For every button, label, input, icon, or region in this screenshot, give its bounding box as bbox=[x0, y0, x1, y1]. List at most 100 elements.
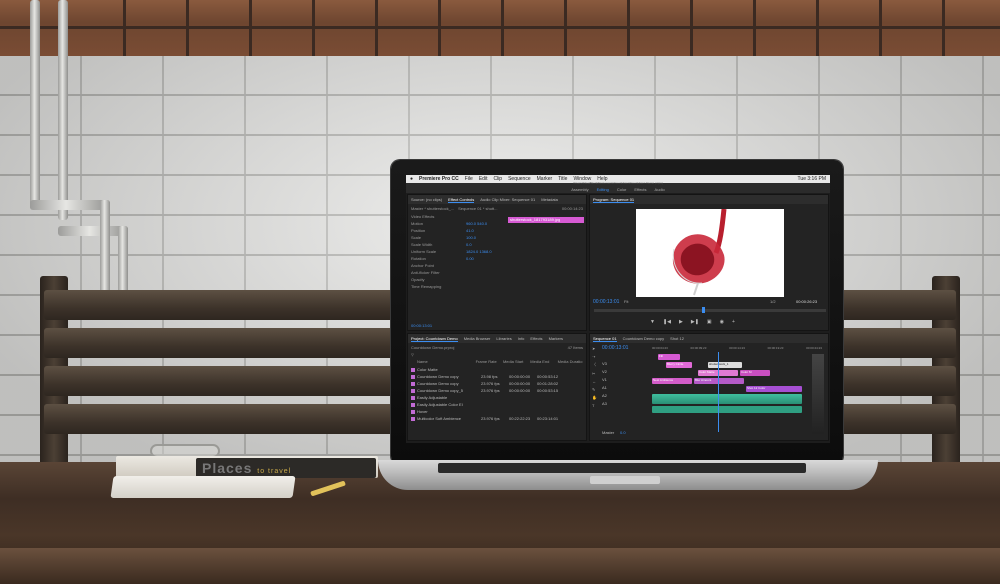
step-back-icon[interactable]: ❚◀ bbox=[663, 319, 671, 325]
tab-effects[interactable]: Effects bbox=[530, 336, 542, 341]
tab-shot-12[interactable]: Shot 12 bbox=[670, 336, 684, 341]
project-item[interactable]: Hover bbox=[408, 408, 586, 415]
play-icon[interactable]: ▶ bbox=[679, 319, 683, 325]
hand-icon[interactable]: ✋ bbox=[592, 395, 599, 400]
lift-icon[interactable]: ▣ bbox=[707, 319, 712, 325]
effect-row[interactable]: Time Remapping bbox=[408, 283, 463, 290]
effect-row[interactable]: Scale bbox=[408, 234, 463, 241]
program-timecode-left[interactable]: 00:00:13:01 bbox=[593, 299, 619, 305]
effect-value[interactable]: 1824.0 1368.0 bbox=[463, 248, 508, 255]
tab-project[interactable]: Project: Countdown Demo bbox=[411, 336, 458, 342]
track-select-icon[interactable]: ⇢ bbox=[592, 354, 599, 359]
export-frame-icon[interactable]: ◉ bbox=[720, 319, 724, 325]
project-item-rate bbox=[481, 394, 509, 401]
effect-row[interactable]: Position bbox=[408, 227, 463, 234]
tab-metadata[interactable]: Metadata bbox=[541, 197, 558, 202]
effect-row[interactable]: Opacity bbox=[408, 276, 463, 283]
column-frame-rate[interactable]: Frame Rate bbox=[476, 359, 503, 364]
track-label[interactable]: V2 bbox=[602, 368, 646, 376]
playhead-marker[interactable] bbox=[702, 307, 705, 313]
laptop-screen: ● Premiere Pro CC File Edit Clip Sequenc… bbox=[406, 175, 830, 443]
column-media-start[interactable]: Media Start bbox=[503, 359, 530, 364]
tab-countdown-demo-copy[interactable]: Countdown Demo copy bbox=[623, 336, 665, 341]
timeline-timecode[interactable]: 00:00:13:01 bbox=[602, 345, 628, 351]
tab-effect-controls[interactable]: Effect Controls bbox=[448, 197, 475, 203]
program-title[interactable]: Program: Sequence 01 bbox=[593, 197, 635, 203]
project-item[interactable]: Multicolor Soft Ambience 23.976 fps 00:22:… bbox=[408, 415, 586, 422]
pen-icon[interactable]: ✎ bbox=[592, 387, 599, 392]
effect-value[interactable]: 0.0 bbox=[463, 241, 508, 248]
workspace-color[interactable]: Color bbox=[617, 187, 627, 192]
column-media-end[interactable]: Media End bbox=[530, 359, 557, 364]
project-item[interactable]: Countdown Demo copy_5 23.976 fps 00:00:00:… bbox=[408, 387, 586, 394]
tab-sequence-01[interactable]: Sequence 01 bbox=[593, 336, 617, 342]
program-ruler[interactable] bbox=[594, 309, 826, 312]
project-item-name: Hover bbox=[417, 409, 428, 414]
project-item[interactable]: Easily Adjustable bbox=[408, 394, 586, 401]
effect-row[interactable]: Uniform Scale bbox=[408, 248, 463, 255]
effect-row[interactable]: Motion bbox=[408, 220, 463, 227]
effect-row[interactable]: Anchor Point bbox=[408, 262, 463, 269]
program-monitor: Program: Sequence 01 00:00:13:01 Fit 1/2… bbox=[589, 194, 829, 331]
track-label[interactable]: A2 bbox=[602, 392, 646, 400]
audio-clip[interactable] bbox=[652, 406, 802, 413]
track-label[interactable]: A3 bbox=[602, 400, 646, 408]
workspace-editing[interactable]: Editing bbox=[597, 187, 609, 192]
timeline-clip[interactable]: Blur Amount bbox=[694, 378, 744, 384]
workspace-audio[interactable]: Audio bbox=[655, 187, 665, 192]
slip-icon[interactable]: ↔ bbox=[592, 379, 599, 384]
razor-icon[interactable]: ✂ bbox=[592, 371, 599, 376]
project-item[interactable]: Countdown Demo copy 23.976 fps 00:00:00:00… bbox=[408, 380, 586, 387]
tab-audio-clip-mixer[interactable]: Audio Clip Mixer: Sequence 01 bbox=[480, 197, 535, 202]
timeline-clip[interactable]: Blurry Circle bbox=[666, 362, 692, 368]
tab-info[interactable]: Info bbox=[518, 336, 525, 341]
project-item[interactable]: Countdown Demo copy 23.98 fps 00:00:00:00 0… bbox=[408, 373, 586, 380]
master-clip-label[interactable]: Master * shutterstock_... bbox=[411, 206, 454, 211]
tab-source[interactable]: Source: (no clips) bbox=[411, 197, 442, 202]
tab-media-browser[interactable]: Media Browser bbox=[464, 336, 491, 341]
timeline-clip[interactable]: Color M bbox=[740, 370, 770, 376]
timeline-playhead[interactable] bbox=[718, 352, 719, 432]
tab-markers[interactable]: Markers bbox=[549, 336, 563, 341]
column-name[interactable]: Name bbox=[411, 359, 476, 364]
sequence-clip-label[interactable]: Sequence 01 * shutt... bbox=[458, 206, 497, 211]
timeline-clip[interactable]: shutterstock_1 bbox=[708, 362, 742, 368]
project-item-start: 00:22:22:23 bbox=[509, 416, 531, 421]
project-item[interactable]: Easily Adjustable Color El bbox=[408, 401, 586, 408]
column-media-duration[interactable]: Media Duratio bbox=[558, 359, 583, 364]
ripple-edit-icon[interactable]: 〈 bbox=[592, 362, 599, 368]
audio-clip[interactable] bbox=[652, 394, 802, 404]
effect-value[interactable]: 0.00 bbox=[463, 255, 508, 262]
effect-value[interactable]: 960.0 540.0 bbox=[463, 220, 508, 227]
project-item[interactable]: Color Matte bbox=[408, 366, 586, 373]
project-path: /Users/Cleal/Work/Documents/Countdown/Co… bbox=[573, 181, 663, 185]
track-label[interactable]: V3 bbox=[602, 360, 646, 368]
project-file-name: Countdown Demo.prproj bbox=[411, 345, 455, 350]
step-forward-icon[interactable]: ▶❚ bbox=[691, 319, 699, 325]
program-quality-select[interactable]: 1/2 bbox=[770, 299, 776, 304]
master-value[interactable]: 0.0 bbox=[620, 430, 626, 435]
timeline-clip[interactable]: Nest Ambience bbox=[652, 378, 692, 384]
project-item-start bbox=[509, 408, 537, 415]
timeline-clip[interactable]: Shot 12 Color bbox=[746, 386, 802, 392]
project-item-start bbox=[509, 366, 537, 373]
effect-value[interactable]: 100.0 bbox=[463, 234, 508, 241]
selection-tool-icon[interactable]: ➤ bbox=[592, 346, 599, 351]
add-icon[interactable]: + bbox=[732, 319, 735, 325]
effect-row[interactable]: Scale Width bbox=[408, 241, 463, 248]
workspace-effects[interactable]: Effects bbox=[634, 187, 646, 192]
effect-clip-bar[interactable]: shutterstock_181793189.jpg bbox=[508, 217, 584, 223]
effect-row[interactable]: Rotation bbox=[408, 255, 463, 262]
workspace-assembly[interactable]: Assembly bbox=[571, 187, 588, 192]
program-fit-select[interactable]: Fit bbox=[624, 299, 628, 304]
mark-in-icon[interactable]: ▼ bbox=[650, 319, 655, 325]
track-label[interactable]: V1 bbox=[602, 376, 646, 384]
track-label[interactable]: A1 bbox=[602, 384, 646, 392]
timeline-ruler[interactable]: 00:00:04:23 00:00:09:23 00:00:14:23 00:0… bbox=[652, 346, 822, 350]
effect-timecode: 00:00:14:23 bbox=[561, 206, 583, 211]
timeline-clip[interactable]: Fill bbox=[658, 354, 680, 360]
tab-libraries[interactable]: Libraries bbox=[496, 336, 511, 341]
effect-row[interactable]: Anti-flicker Filter bbox=[408, 269, 463, 276]
type-icon[interactable]: T bbox=[592, 403, 599, 408]
effect-value[interactable]: 41.0 bbox=[463, 227, 508, 234]
